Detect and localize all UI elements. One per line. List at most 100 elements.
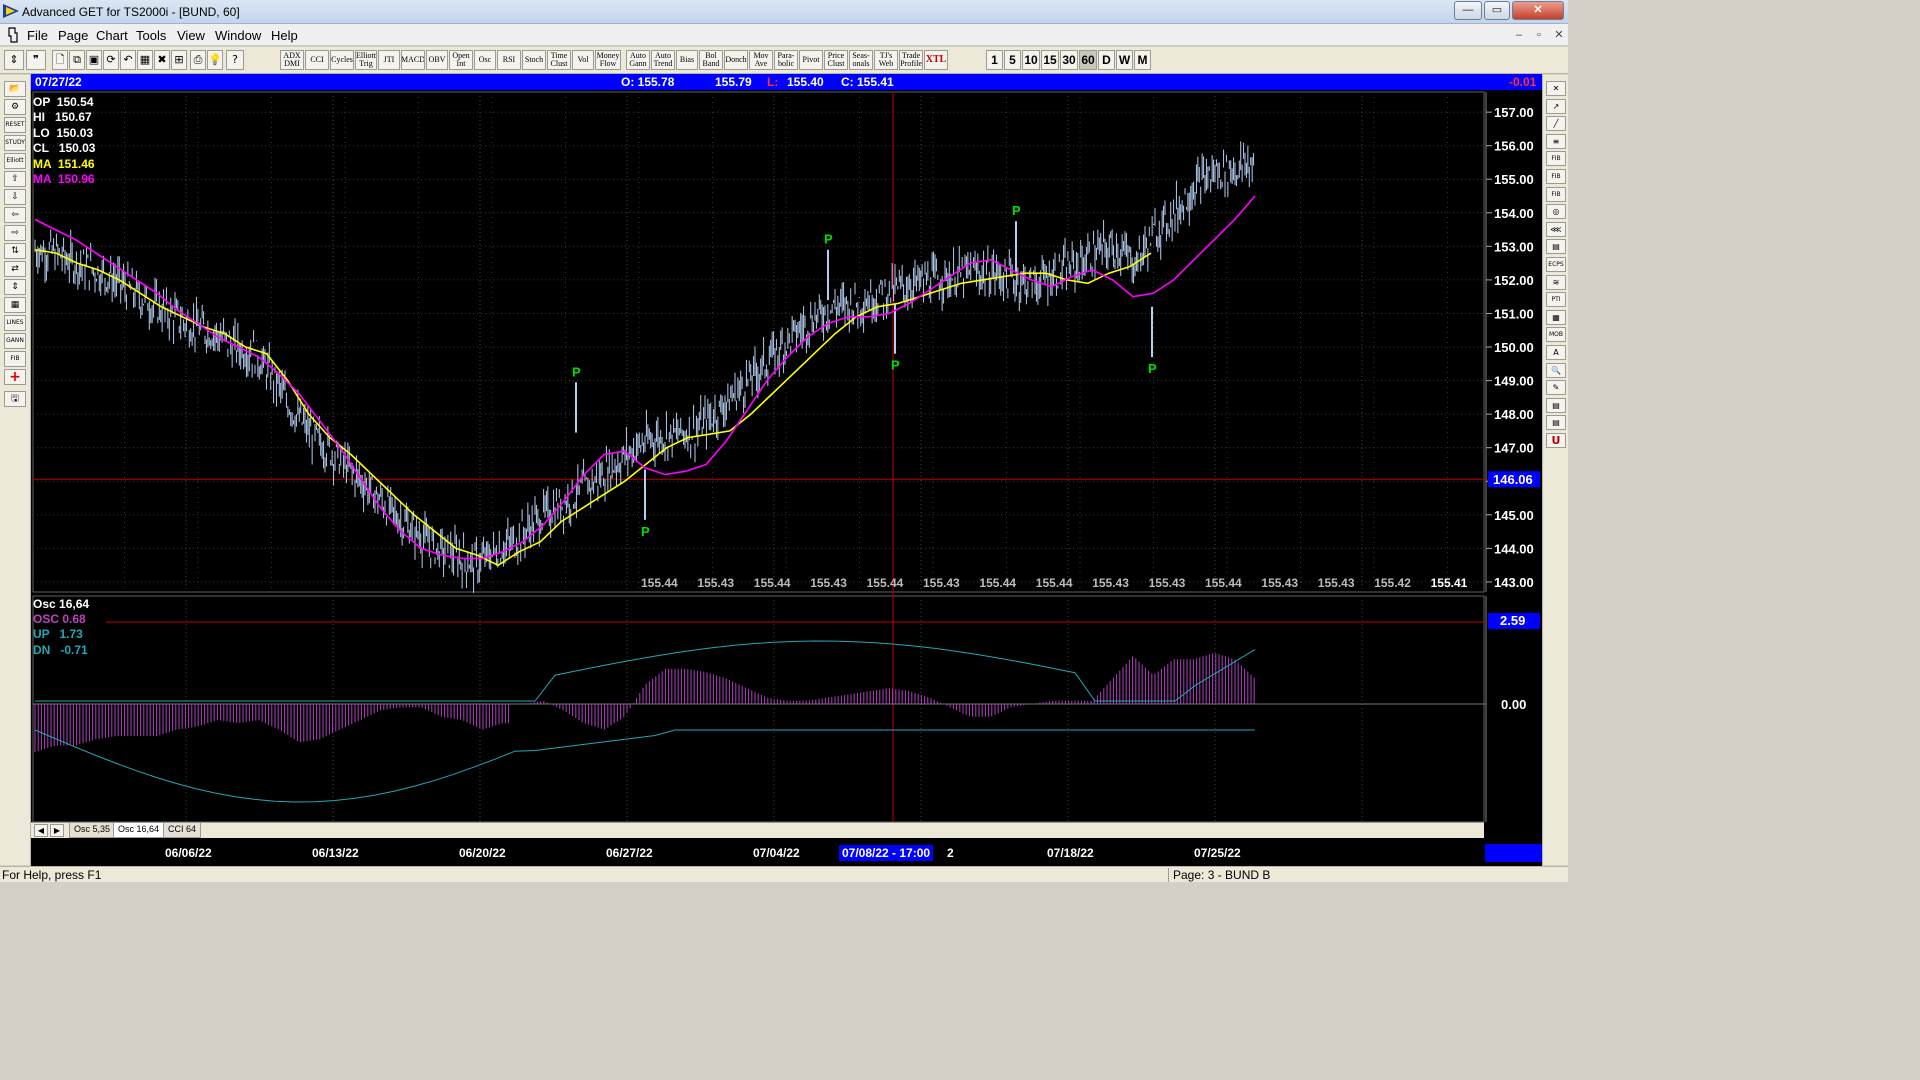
grid-icon[interactable]: ▦ bbox=[137, 50, 153, 70]
left-tool-11-icon[interactable]: ⇕ bbox=[4, 279, 26, 295]
indicator-button-price-clust[interactable]: Price Clust bbox=[824, 50, 848, 70]
indicator-button-adx-dmi[interactable]: ADX DMI bbox=[280, 50, 304, 70]
period-button-m[interactable]: M bbox=[1134, 50, 1151, 70]
right-tool-17-icon[interactable]: ✎ bbox=[1546, 380, 1566, 396]
right-tool-13-icon[interactable]: ▦ bbox=[1546, 309, 1566, 325]
left-tool-5-icon[interactable]: ⇧ bbox=[4, 171, 26, 187]
right-tool-1-icon[interactable]: ↗ bbox=[1546, 98, 1566, 114]
left-tool-4-icon[interactable]: Elliott bbox=[4, 153, 26, 169]
window-minimize-button[interactable]: — bbox=[1454, 1, 1482, 20]
period-button-30[interactable]: 30 bbox=[1060, 50, 1078, 70]
tab-prev-button[interactable]: ◀ bbox=[34, 824, 48, 837]
mdi-minimize-button[interactable]: – bbox=[1510, 27, 1528, 43]
indicator-button-obv[interactable]: OBV bbox=[426, 50, 448, 70]
indicator-button-vol[interactable]: Vol bbox=[572, 50, 594, 70]
period-button-d[interactable]: D bbox=[1098, 50, 1115, 70]
right-tool-9-icon[interactable]: ▤ bbox=[1546, 239, 1566, 255]
left-tool-8-icon[interactable]: ⇨ bbox=[4, 225, 26, 241]
indicator-button-open-int[interactable]: Open Int bbox=[449, 50, 473, 70]
indicator-button-para-bolic[interactable]: Para-bolic bbox=[774, 50, 798, 70]
right-tool-19-icon[interactable]: ▤ bbox=[1546, 415, 1566, 431]
indicator-button-osc[interactable]: Osc bbox=[474, 50, 496, 70]
window-maximize-button[interactable]: ▭ bbox=[1484, 1, 1510, 20]
indicator-button-cycles[interactable]: Cycles bbox=[330, 50, 354, 70]
delete-icon[interactable]: ✖ bbox=[154, 50, 170, 70]
right-tool-0-icon[interactable]: ✕ bbox=[1546, 81, 1566, 96]
period-button-15[interactable]: 15 bbox=[1041, 50, 1059, 70]
menu-file[interactable]: File bbox=[27, 28, 48, 43]
document-icon[interactable] bbox=[6, 27, 20, 43]
tab-osc-5-35[interactable]: Osc 5,35 bbox=[69, 823, 116, 838]
copy-icon[interactable]: ⧉ bbox=[69, 50, 85, 70]
right-tool-7-icon[interactable]: ◎ bbox=[1546, 204, 1566, 220]
period-button-10[interactable]: 10 bbox=[1022, 50, 1040, 70]
menu-help[interactable]: Help bbox=[271, 28, 298, 43]
indicator-button-jti[interactable]: JTI bbox=[378, 50, 400, 70]
refresh-icon[interactable]: ⟳ bbox=[103, 50, 119, 70]
layout-icon[interactable]: ⊞ bbox=[171, 50, 187, 70]
right-tool-18-icon[interactable]: ▤ bbox=[1546, 397, 1566, 413]
indicator-button-bias[interactable]: Bias bbox=[676, 50, 698, 70]
right-tool-3-icon[interactable]: ≡ bbox=[1546, 133, 1566, 149]
right-tool-5-icon[interactable]: FIB EXT bbox=[1546, 169, 1566, 184]
right-tool-10-icon[interactable]: ECPS bbox=[1546, 257, 1566, 272]
new-page-icon[interactable]: 🗋 bbox=[52, 50, 68, 70]
left-tool-10-icon[interactable]: ⇄ bbox=[4, 261, 26, 277]
mdi-close-button[interactable]: ✕ bbox=[1550, 27, 1568, 43]
indicator-button-money-flow[interactable]: Money Flow bbox=[595, 50, 621, 70]
indicator-button-donch[interactable]: Donch bbox=[724, 50, 748, 70]
left-tool-14-icon[interactable]: GANN bbox=[4, 333, 26, 349]
undo-icon[interactable]: ↶ bbox=[120, 50, 136, 70]
tab-osc-16-64[interactable]: Osc 16,64 bbox=[113, 823, 165, 838]
menu-view[interactable]: View bbox=[177, 28, 205, 43]
left-tool-13-icon[interactable]: LINES bbox=[4, 315, 26, 331]
indicator-button-xtl[interactable]: XTL bbox=[924, 50, 948, 70]
indicator-button-elliott-trig[interactable]: Elliott Trig bbox=[355, 50, 377, 70]
left-tool-1-icon[interactable]: ⚙ bbox=[4, 99, 26, 115]
pointer-tool-icon[interactable]: ⇕ bbox=[4, 50, 24, 70]
print-icon[interactable]: ⎙ bbox=[190, 50, 206, 70]
indicator-button-macd[interactable]: MACD bbox=[401, 50, 425, 70]
quote-tool-icon[interactable]: ❞ bbox=[26, 50, 46, 70]
window-close-button[interactable]: ✕ bbox=[1512, 1, 1564, 20]
mdi-restore-button[interactable]: ▫ bbox=[1530, 27, 1548, 43]
left-tool-16-icon[interactable]: + bbox=[4, 369, 26, 385]
indicator-button-auto-trend[interactable]: Auto Trend bbox=[651, 50, 675, 70]
chart-area[interactable]: 157.00 156.00 155.00 154.00 153.00 152.00 151.… bbox=[31, 74, 1542, 866]
left-tool-9-icon[interactable]: ⇅ bbox=[4, 243, 26, 259]
period-button-5[interactable]: 5 bbox=[1004, 50, 1021, 70]
indicator-button-mov-ave[interactable]: Mov Ave bbox=[749, 50, 773, 70]
paste-icon[interactable]: ▣ bbox=[86, 50, 102, 70]
indicator-button-stoch[interactable]: Stoch bbox=[522, 50, 546, 70]
indicator-button-pivot[interactable]: Pivot bbox=[799, 50, 823, 70]
bulb-icon[interactable]: 💡 bbox=[207, 50, 223, 70]
right-tool-12-icon[interactable]: PTI bbox=[1546, 292, 1566, 308]
tab-cci-64[interactable]: CCI 64 bbox=[163, 823, 202, 838]
right-tool-8-icon[interactable]: ⋘ bbox=[1546, 221, 1566, 237]
left-tool-7-icon[interactable]: ⇦ bbox=[4, 207, 26, 223]
menu-tools[interactable]: Tools bbox=[136, 28, 166, 43]
indicator-button-seas-onals[interactable]: Seas-onals bbox=[849, 50, 873, 70]
right-tool-6-icon[interactable]: FIB TIME bbox=[1546, 186, 1566, 202]
right-tool-11-icon[interactable]: ≋ bbox=[1546, 274, 1566, 290]
left-tool-6-icon[interactable]: ⇩ bbox=[4, 189, 26, 205]
indicator-button-tj-s-web[interactable]: TJ's Web bbox=[874, 50, 898, 70]
menu-page[interactable]: Page bbox=[58, 28, 88, 43]
right-tool-2-icon[interactable]: ╱ bbox=[1546, 116, 1566, 132]
left-tool-15-icon[interactable]: FIB bbox=[4, 351, 26, 367]
left-tool-12-icon[interactable]: ▦ bbox=[4, 297, 26, 313]
indicator-button-auto-gann[interactable]: Auto Gann bbox=[626, 50, 650, 70]
period-button-60[interactable]: 60 bbox=[1079, 50, 1097, 70]
indicator-button-bol-band[interactable]: Bol Band bbox=[699, 50, 723, 70]
right-tool-4-icon[interactable]: FIB RET bbox=[1546, 151, 1566, 167]
period-button-1[interactable]: 1 bbox=[986, 50, 1003, 70]
period-button-w[interactable]: W bbox=[1116, 50, 1133, 70]
right-tool-15-icon[interactable]: A bbox=[1546, 345, 1566, 360]
left-tool-3-icon[interactable]: STUDY bbox=[4, 135, 26, 151]
right-tool-20-icon[interactable]: U bbox=[1546, 433, 1566, 448]
price-chart-canvas[interactable]: 157.00 156.00 155.00 154.00 153.00 152.00 151.… bbox=[31, 74, 1542, 866]
indicator-button-time-clust[interactable]: Time Clust bbox=[547, 50, 571, 70]
indicator-button-cci[interactable]: CCI bbox=[305, 50, 329, 70]
left-tool-0-icon[interactable]: 📂 bbox=[4, 81, 26, 97]
indicator-button-rsi[interactable]: RSI bbox=[497, 50, 521, 70]
